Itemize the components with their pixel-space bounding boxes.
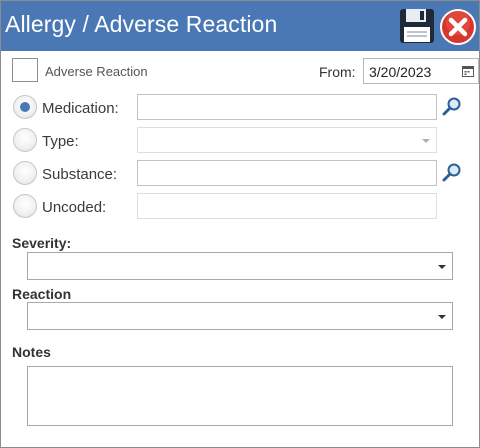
notes-label: Notes xyxy=(12,344,51,360)
dialog-title: Allergy / Adverse Reaction xyxy=(5,11,278,37)
substance-label: Substance: xyxy=(42,166,118,183)
close-icon[interactable] xyxy=(439,8,477,46)
uncoded-input xyxy=(137,193,437,219)
adverse-reaction-label: Adverse Reaction xyxy=(45,64,148,79)
type-dropdown xyxy=(137,127,437,153)
type-label: Type: xyxy=(42,133,79,150)
title-bar: Allergy / Adverse Reaction xyxy=(1,1,479,51)
medication-search-icon[interactable] xyxy=(442,96,462,116)
floppy-disk-save-icon[interactable] xyxy=(399,8,435,44)
calendar-icon[interactable] xyxy=(462,65,474,77)
chevron-down-icon xyxy=(422,139,430,143)
chevron-down-icon xyxy=(438,265,446,269)
chevron-down-icon xyxy=(438,315,446,319)
severity-label: Severity: xyxy=(12,235,72,251)
allergy-dialog: Allergy / Adverse Reaction Adverse React… xyxy=(0,0,480,448)
uncoded-label: Uncoded: xyxy=(42,199,107,216)
substance-input[interactable] xyxy=(137,160,437,186)
medication-input[interactable] xyxy=(137,94,437,120)
type-radio[interactable] xyxy=(13,128,37,152)
medication-radio[interactable] xyxy=(13,95,37,119)
medication-label: Medication: xyxy=(42,100,119,117)
notes-textarea[interactable] xyxy=(27,366,453,426)
reaction-dropdown[interactable] xyxy=(27,302,453,330)
from-date-input[interactable]: 3/20/2023 xyxy=(363,58,479,84)
severity-dropdown[interactable] xyxy=(27,252,453,280)
substance-radio[interactable] xyxy=(13,161,37,185)
adverse-reaction-checkbox[interactable] xyxy=(12,58,38,82)
reaction-label: Reaction xyxy=(12,286,72,302)
uncoded-radio[interactable] xyxy=(13,194,37,218)
from-label: From: xyxy=(319,64,356,80)
substance-search-icon[interactable] xyxy=(442,162,462,182)
from-date-value: 3/20/2023 xyxy=(369,64,432,80)
